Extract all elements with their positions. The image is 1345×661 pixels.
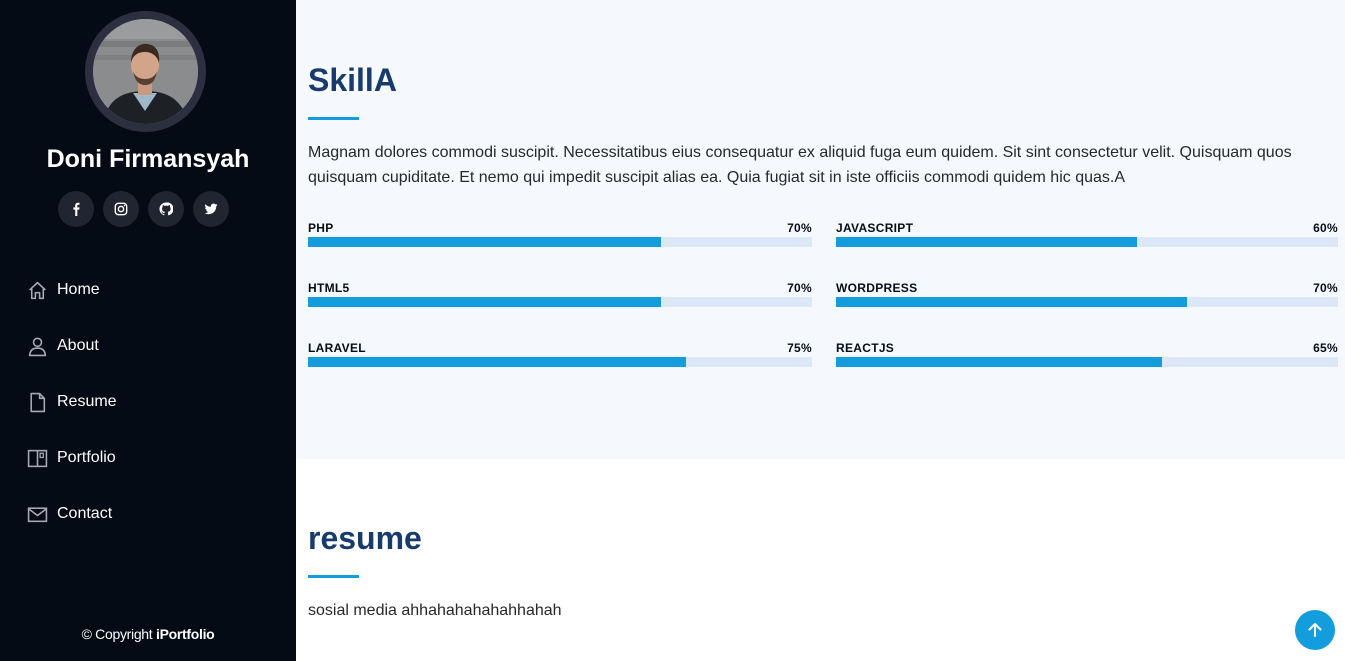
github-icon xyxy=(159,202,173,216)
facebook-link[interactable] xyxy=(58,191,94,227)
skill-name: WORDPRESS xyxy=(836,281,918,295)
skill-php: PHP 70% xyxy=(308,221,812,261)
skill-progress-track xyxy=(836,357,1338,367)
nav-label: Portfolio xyxy=(57,449,116,466)
title-underline xyxy=(308,575,359,578)
avatar xyxy=(85,11,206,132)
skill-progress-fill xyxy=(836,357,1163,367)
sidebar: Doni Firmansyah Home About Resume Portfo… xyxy=(0,0,296,661)
skill-laravel: LARAVEL 75% xyxy=(308,341,812,381)
copyright-prefix: © Copyright xyxy=(81,626,156,642)
copyright: © Copyright iPortfolio xyxy=(0,626,296,642)
skill-progress-fill xyxy=(308,297,661,307)
twitter-icon xyxy=(204,203,218,215)
nav-item-portfolio[interactable]: Portfolio xyxy=(26,430,276,486)
nav-item-contact[interactable]: Contact xyxy=(26,486,276,542)
nav-label: Contact xyxy=(57,505,113,522)
skill-progress-fill xyxy=(836,297,1188,307)
skill-name: JAVASCRIPT xyxy=(836,221,914,235)
skill-name: PHP xyxy=(308,221,334,235)
skill-progress-track xyxy=(308,357,812,367)
resume-title: resume xyxy=(308,520,422,556)
nav-label: About xyxy=(57,337,99,354)
title-underline xyxy=(308,117,359,120)
nav-item-resume[interactable]: Resume xyxy=(26,374,276,430)
nav-label: Home xyxy=(57,281,100,298)
skill-value: 65% xyxy=(1313,341,1338,355)
skills-title: SkillA xyxy=(308,62,397,98)
skill-value: 70% xyxy=(1313,281,1338,295)
skill-html5: HTML5 70% xyxy=(308,281,812,321)
resume-description: sosial media ahhahahahahahhahah xyxy=(308,602,562,619)
envelope-icon xyxy=(26,503,48,525)
facebook-icon xyxy=(73,202,80,216)
file-icon xyxy=(26,391,48,413)
skill-progress-fill xyxy=(836,237,1138,247)
skill-reactjs: REACTJS 65% xyxy=(836,341,1338,381)
social-links xyxy=(58,191,229,227)
skill-value: 70% xyxy=(787,221,812,235)
skills-section: SkillA Magnam dolores commodi suscipit. … xyxy=(296,0,1345,459)
skill-value: 75% xyxy=(787,341,812,355)
person-icon xyxy=(26,335,48,357)
profile-name: Doni Firmansyah xyxy=(46,145,250,173)
skill-name: REACTJS xyxy=(836,341,895,355)
skill-value: 70% xyxy=(787,281,812,295)
skill-name: HTML5 xyxy=(308,281,350,295)
nav-item-about[interactable]: About xyxy=(26,318,276,374)
skill-progress-track xyxy=(836,297,1338,307)
skill-wordpress: WORDPRESS 70% xyxy=(836,281,1338,321)
main-content: SkillA Magnam dolores commodi suscipit. … xyxy=(296,0,1345,661)
skill-progress-fill xyxy=(308,357,686,367)
copyright-brand: iPortfolio xyxy=(155,626,215,642)
github-link[interactable] xyxy=(148,191,184,227)
instagram-icon xyxy=(114,202,128,216)
skill-javascript: JAVASCRIPT 60% xyxy=(836,221,1338,261)
twitter-link[interactable] xyxy=(193,191,229,227)
main-nav: Home About Resume Portfolio Contact xyxy=(26,262,276,542)
arrow-up-icon xyxy=(1308,623,1322,637)
profile-photo xyxy=(93,19,198,124)
home-icon xyxy=(26,279,48,301)
skill-progress-track xyxy=(308,297,812,307)
back-to-top-button[interactable] xyxy=(1295,610,1335,650)
instagram-link[interactable] xyxy=(103,191,139,227)
book-icon xyxy=(26,447,48,469)
skill-name: LARAVEL xyxy=(308,341,366,355)
skill-progress-track xyxy=(836,237,1338,247)
nav-item-home[interactable]: Home xyxy=(26,262,276,318)
skill-progress-track xyxy=(308,237,812,247)
skill-progress-fill xyxy=(308,237,661,247)
skills-description: Magnam dolores commodi suscipit. Necessi… xyxy=(308,144,1292,186)
nav-label: Resume xyxy=(57,393,117,410)
skill-value: 60% xyxy=(1313,221,1338,235)
